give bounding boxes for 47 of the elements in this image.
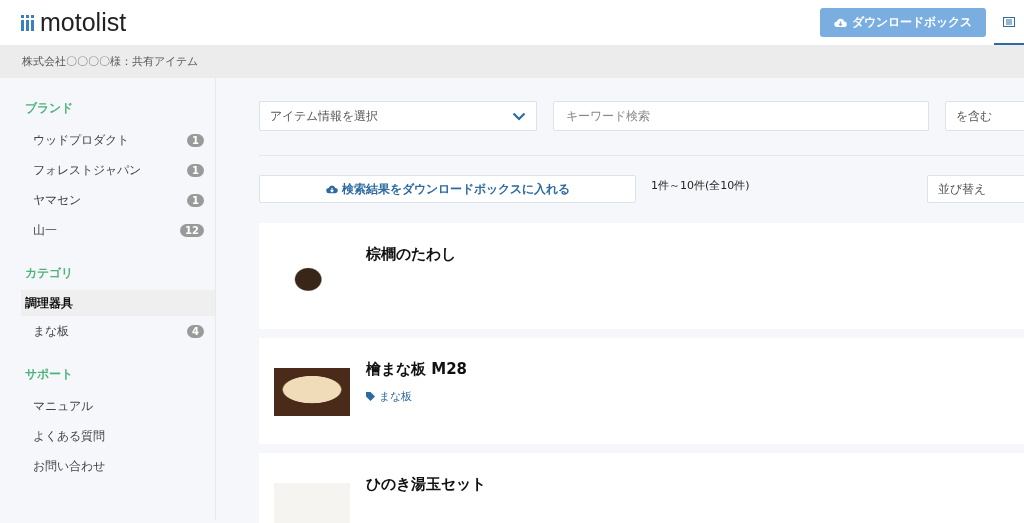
count-badge: 1 bbox=[187, 193, 204, 207]
item-card[interactable]: 棕櫚のたわし bbox=[259, 223, 1024, 329]
sidebar-heading: ブランド bbox=[24, 100, 74, 117]
item-title: ひのき湯玉セット bbox=[366, 475, 486, 494]
sidebar-item-label: ウッドプロダクト bbox=[33, 131, 129, 149]
cloud-download-icon bbox=[834, 17, 847, 28]
count-badge: 1 bbox=[187, 163, 204, 177]
category-tag[interactable]: まな板 bbox=[366, 389, 468, 404]
sidebar-item-label: 調理器具 bbox=[25, 294, 73, 312]
sidebar-item-label: 山一 bbox=[33, 221, 57, 239]
logo-text: motolist bbox=[40, 8, 127, 37]
sidebar-item[interactable]: よくある質問 bbox=[21, 421, 215, 451]
cloud-download-icon bbox=[325, 184, 338, 194]
sidebar-heading: カテゴリ bbox=[24, 265, 74, 282]
sidebar-item[interactable]: 山一 12 bbox=[21, 215, 215, 245]
logo-bars-icon bbox=[21, 14, 35, 31]
item-title: 檜まな板 M28 bbox=[366, 360, 468, 379]
list-view-icon bbox=[1003, 16, 1015, 27]
sidebar-item-label: よくある質問 bbox=[33, 427, 105, 445]
breadcrumb: 株式会社〇〇〇〇様：共有アイテム bbox=[22, 54, 198, 69]
sidebar-item[interactable]: マニュアル bbox=[21, 391, 215, 421]
match-select[interactable]: を含む bbox=[945, 101, 1024, 131]
sidebar-item[interactable]: フォレストジャパン 1 bbox=[21, 155, 215, 185]
sidebar-item[interactable]: ウッドプロダクト 1 bbox=[21, 125, 215, 155]
item-title: 棕櫚のたわし bbox=[366, 245, 456, 264]
count-badge: 4 bbox=[187, 324, 204, 338]
sidebar-item[interactable]: お問い合わせ bbox=[21, 451, 215, 481]
count-badge: 12 bbox=[180, 223, 204, 237]
sidebar-item-label: ヤマセン bbox=[33, 191, 81, 209]
count-badge: 1 bbox=[187, 133, 204, 147]
sidebar-item-label: お問い合わせ bbox=[33, 457, 105, 475]
sidebar-heading: サポート bbox=[24, 366, 74, 383]
sort-select[interactable]: 並び替え bbox=[926, 175, 1024, 203]
tag-icon bbox=[366, 392, 375, 401]
sidebar-item[interactable]: ヤマセン 1 bbox=[21, 185, 215, 215]
sidebar-item[interactable]: 調理器具 bbox=[21, 290, 215, 316]
keyword-search-field[interactable]: キーワード検索 bbox=[553, 101, 929, 131]
sidebar-item-label: まな板 bbox=[33, 322, 69, 340]
item-info-select[interactable]: アイテム情報を選択 bbox=[259, 101, 537, 131]
item-card[interactable]: 檜まな板 M28 まな板 bbox=[259, 338, 1024, 444]
chevron-down-icon bbox=[512, 111, 526, 121]
add-results-to-download-box-button[interactable]: 検索結果をダウンロードボックスに入れる bbox=[259, 175, 636, 203]
sidebar-item-label: マニュアル bbox=[33, 397, 93, 415]
sidebar-item[interactable]: まな板 4 bbox=[21, 316, 215, 346]
result-count: 1件～10件(全10件) bbox=[651, 178, 750, 193]
item-card[interactable]: ひのき湯玉セット bbox=[259, 453, 1024, 523]
sidebar-item-label: フォレストジャパン bbox=[33, 161, 141, 179]
